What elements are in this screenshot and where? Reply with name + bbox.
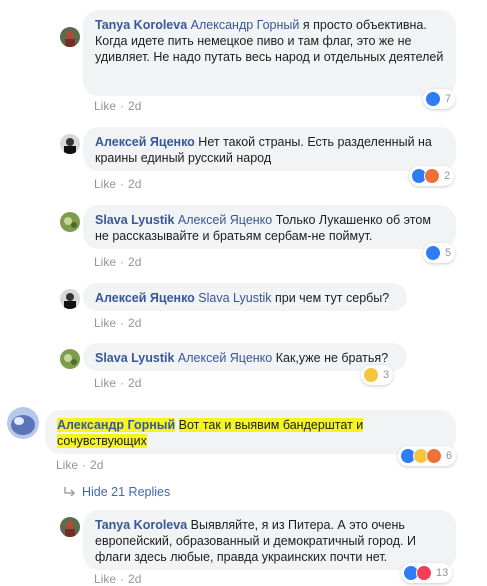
like-link[interactable]: Like [94,99,116,113]
like-link[interactable]: Like [94,316,116,330]
comment-actions: Like · 2d [94,99,141,113]
comment-bubble: Slava Lyustik Алексей Яценко Как,уже не … [83,343,407,371]
separator-dot: · [120,177,125,191]
comment-text: Как,уже не братья? [275,351,389,365]
reaction-summary[interactable]: 7 [423,89,456,109]
separator-dot: · [82,458,87,472]
timestamp[interactable]: 2d [128,99,141,113]
comment-mention[interactable]: Александр Горный [191,18,300,32]
timestamp[interactable]: 2d [90,458,103,472]
comment-mention[interactable]: Алексей Яценко [178,213,272,227]
timestamp[interactable]: 2d [128,177,141,191]
separator-dot: · [120,376,125,390]
comment-text: при чем тут сербы? [274,291,390,305]
comment-actions: Like · 2d [56,458,103,472]
comment-bubble: Tanya Koroleva Александр Горный я просто… [83,10,456,96]
like-link[interactable]: Like [94,572,116,586]
reaction-count: 5 [445,247,452,259]
reaction-summary[interactable]: 13 [401,563,453,583]
avatar[interactable] [60,212,80,232]
comment-actions: Like · 2d [94,572,141,586]
like-link[interactable]: Like [56,458,78,472]
comment-author[interactable]: Slava Lyustik [95,351,174,365]
angry-face-icon [424,168,440,184]
angry-face-icon [426,448,442,464]
separator-dot: · [120,99,125,113]
timestamp[interactable]: 2d [128,572,141,586]
comment-mention[interactable]: Алексей Яценко [178,351,272,365]
comment-actions: Like · 2d [94,255,141,269]
reaction-count: 7 [445,93,452,105]
avatar[interactable] [60,349,80,369]
reaction-count: 6 [446,450,453,462]
comment-actions: Like · 2d [94,376,141,390]
comment-actions: Like · 2d [94,177,141,191]
avatar[interactable] [60,289,80,309]
comment-actions: Like · 2d [94,316,141,330]
reaction-summary[interactable]: 5 [423,243,456,263]
comment-author[interactable]: Александр Горный [57,418,176,432]
avatar[interactable] [60,517,80,537]
laughing-face-icon [363,367,379,383]
comment-bubble: Tanya Koroleva Выявляйте, я из Питера. А… [83,510,456,570]
thumbs-up-icon [425,91,441,107]
timestamp[interactable]: 2d [128,255,141,269]
heart-icon [416,565,432,581]
timestamp[interactable]: 2d [128,316,141,330]
comment-author[interactable]: Алексей Яценко [95,291,195,305]
like-link[interactable]: Like [94,177,116,191]
like-link[interactable]: Like [94,376,116,390]
reaction-count: 13 [436,567,449,579]
separator-dot: · [120,572,125,586]
comment-bubble: Slava Lyustik Алексей Яценко Только Лука… [83,205,456,249]
comment-text-line2: сочувствующих [57,434,147,448]
comment-author[interactable]: Алексей Яценко [95,135,195,149]
hide-replies-label: Hide 21 Replies [82,485,171,499]
avatar[interactable] [60,134,80,154]
comment-bubble: Александр Горный Вот так и выявим бандер… [45,410,456,454]
thumbs-up-icon [425,245,441,261]
reaction-summary[interactable]: 2 [409,166,455,186]
comment-author[interactable]: Slava Lyustik [95,213,174,227]
comment-bubble: Алексей Яценко Нет такой страны. Есть ра… [83,127,456,171]
reaction-count: 2 [444,170,451,182]
avatar[interactable] [60,27,80,47]
reaction-summary[interactable]: 6 [398,446,457,466]
comment-bubble: Алексей Яценко Slava Lyustik при чем тут… [83,283,407,311]
comment-text-line1: Вот так и выявим бандерштат и [178,418,364,432]
reaction-count: 3 [383,369,390,381]
hide-replies-link[interactable]: Hide 21 Replies [64,485,170,499]
avatar[interactable] [7,407,39,439]
comment-author[interactable]: Tanya Koroleva [95,518,187,532]
reaction-summary[interactable]: 3 [361,365,394,385]
separator-dot: · [120,316,125,330]
like-link[interactable]: Like [94,255,116,269]
separator-dot: · [120,255,125,269]
timestamp[interactable]: 2d [128,376,141,390]
comment-mention[interactable]: Slava Lyustik [198,291,271,305]
reply-arrow-icon [64,485,76,499]
comment-author[interactable]: Tanya Koroleva [95,18,187,32]
